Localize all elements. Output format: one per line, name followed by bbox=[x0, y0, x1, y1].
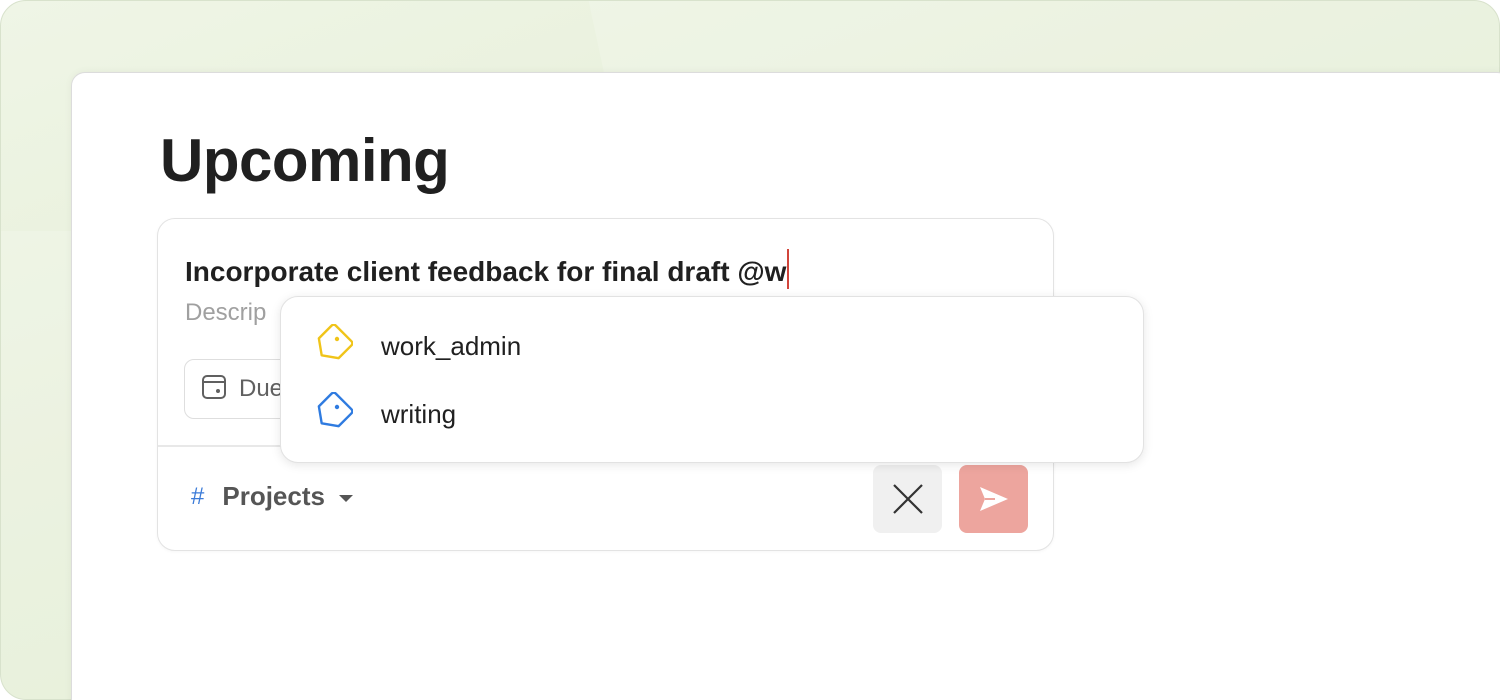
tag-icon bbox=[313, 391, 354, 437]
project-hash-icon: # bbox=[191, 482, 205, 510]
label-suggestion-name: work_admin bbox=[381, 330, 522, 361]
page-title: Upcoming bbox=[160, 127, 450, 194]
due-date-label: Due bbox=[239, 375, 284, 402]
add-task-button[interactable] bbox=[959, 465, 1028, 533]
send-icon bbox=[979, 487, 1008, 511]
project-picker-label: Projects bbox=[222, 481, 325, 511]
label-suggestion-dropdown: work_admin writing bbox=[280, 296, 1144, 463]
close-icon bbox=[892, 484, 923, 514]
label-suggestion-name: writing bbox=[381, 398, 457, 429]
description-input[interactable]: Descrip bbox=[185, 299, 266, 327]
label-suggestion-item[interactable]: work_admin bbox=[281, 316, 1143, 376]
task-name-input[interactable]: Incorporate client feedback for final dr… bbox=[185, 249, 790, 289]
cancel-button[interactable] bbox=[873, 465, 942, 533]
project-picker-button[interactable]: # Projects bbox=[191, 481, 353, 512]
text-caret bbox=[787, 249, 790, 289]
calendar-icon bbox=[201, 374, 227, 405]
task-name-text: Incorporate client feedback for final dr… bbox=[185, 256, 787, 287]
label-suggestion-item[interactable]: writing bbox=[281, 384, 1143, 444]
tag-icon bbox=[313, 323, 354, 369]
chevron-down-icon bbox=[338, 495, 353, 502]
